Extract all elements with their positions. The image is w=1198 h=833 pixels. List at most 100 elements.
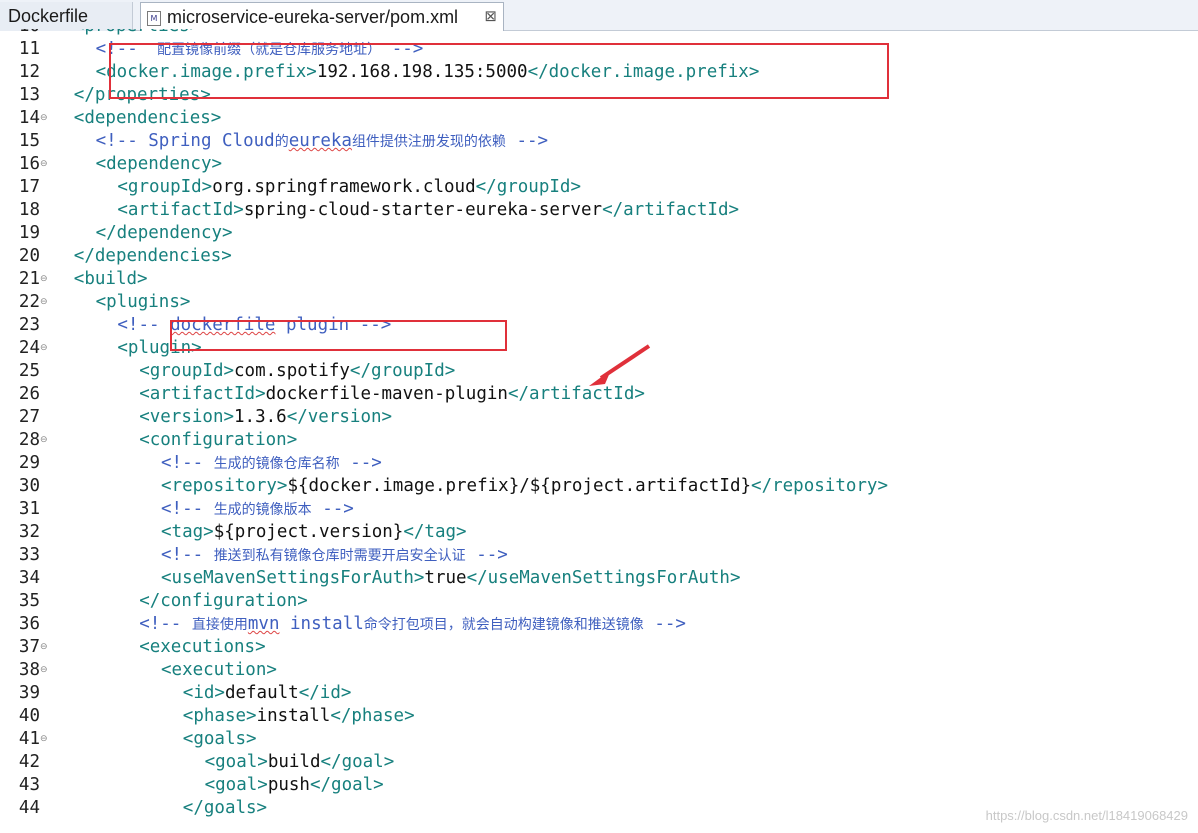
code-content: <artifactId>spring-cloud-starter-eureka-… <box>117 199 739 222</box>
code-editor[interactable]: 10<properties>11<!-- 配置镜像前缀（就是仓库服务地址） --… <box>0 29 1198 833</box>
code-line[interactable]: 17 <groupId>org.springframework.cloud</gr… <box>0 176 1198 199</box>
line-number: 34 <box>18 568 40 588</box>
code-content: <dependency> <box>96 153 222 176</box>
xml-comment: 生成的镜像仓库名称 <box>213 456 340 472</box>
fold-toggle-icon[interactable]: ⊖ <box>40 666 48 675</box>
xml-tag: </goal> <box>320 752 395 772</box>
code-line[interactable]: 14 ⊖ <dependencies> <box>0 107 1198 130</box>
code-line[interactable]: 16 ⊖ <dependency> <box>0 153 1198 176</box>
line-number: 32 <box>18 522 40 542</box>
line-number: 21 <box>18 269 40 289</box>
xml-comment: 推送到私有镜像仓库时需要开启安全认证 <box>213 548 466 564</box>
fold-toggle-icon[interactable]: ⊖ <box>40 735 48 744</box>
code-line[interactable]: 20 </dependencies> <box>0 245 1198 268</box>
code-line[interactable]: 38 ⊖ <execution> <box>0 659 1198 682</box>
line-number: 39 <box>18 683 40 703</box>
line-number: 42 <box>18 752 40 772</box>
tab-pom-xml[interactable]: M microservice-eureka-server/pom.xml ⊠ <box>140 2 504 31</box>
line-number: 25 <box>18 361 40 381</box>
xml-comment: 直接使用 <box>191 617 248 633</box>
xml-comment: <!-- <box>161 453 214 473</box>
code-line[interactable]: 37 ⊖ <executions> <box>0 636 1198 659</box>
code-content: <artifactId>dockerfile-maven-plugin</art… <box>139 383 645 406</box>
code-line[interactable]: 32 <tag>${project.version}</tag> <box>0 521 1198 544</box>
line-number: 43 <box>18 775 40 795</box>
xml-tag: <goals> <box>182 729 257 749</box>
xml-tag: <build> <box>73 269 148 289</box>
xml-tag: <dependency> <box>95 154 223 174</box>
line-number: 26 <box>18 384 40 404</box>
code-line[interactable]: 21 ⊖ <build> <box>0 268 1198 291</box>
code-content: <properties> <box>74 29 200 38</box>
xml-tag: </tag> <box>403 522 467 542</box>
code-line[interactable]: 22 ⊖ <plugins> <box>0 291 1198 314</box>
fold-toggle-icon[interactable]: ⊖ <box>40 114 48 123</box>
code-line[interactable]: 15 <!-- Spring Cloud的eureka组件提供注册发现的依赖 --… <box>0 130 1198 153</box>
xml-comment: 的 <box>274 134 289 150</box>
code-content: <dependencies> <box>74 107 222 130</box>
xml-tag: <goal> <box>204 775 268 795</box>
xml-tag: </dependency> <box>95 223 233 243</box>
code-line[interactable]: 40 <phase>install</phase> <box>0 705 1198 728</box>
xml-tag: </groupId> <box>475 177 581 197</box>
code-content: <goals> <box>183 728 257 751</box>
code-line[interactable]: 36 <!-- 直接使用mvn install命令打包项目，就会自动构建镜像和推送… <box>0 613 1198 636</box>
code-content: <!-- 生成的镜像版本 --> <box>161 498 354 522</box>
code-content: <!-- Spring Cloud的eureka组件提供注册发现的依赖 --> <box>96 130 549 154</box>
code-content: <plugins> <box>96 291 191 314</box>
code-line[interactable]: 35 </configuration> <box>0 590 1198 613</box>
xml-tag: <repository> <box>161 476 288 496</box>
code-line[interactable]: 30 <repository>${docker.image.prefix}/${p… <box>0 475 1198 498</box>
line-number: 28 <box>18 430 40 450</box>
tab-dockerfile[interactable]: Dockerfile <box>0 2 133 31</box>
line-number: 33 <box>18 545 40 565</box>
code-line[interactable]: 29 <!-- 生成的镜像仓库名称 --> <box>0 452 1198 475</box>
code-line[interactable]: 10 <properties> <box>0 29 1198 38</box>
code-line[interactable]: 27 <version>1.3.6</version> <box>0 406 1198 429</box>
xml-text: build <box>267 752 321 772</box>
fold-toggle-icon[interactable]: ⊖ <box>40 160 48 169</box>
fold-toggle-icon[interactable]: ⊖ <box>40 643 48 652</box>
fold-toggle-icon[interactable]: ⊖ <box>40 436 48 445</box>
xml-comment: --> <box>505 131 549 151</box>
code-content: <execution> <box>161 659 277 682</box>
code-line[interactable]: 28 ⊖ <configuration> <box>0 429 1198 452</box>
line-number: 27 <box>18 407 40 427</box>
line-number: 17 <box>18 177 40 197</box>
xml-text: 1.3.6 <box>234 407 287 427</box>
xml-tag: <phase> <box>182 706 257 726</box>
xml-tag: <execution> <box>161 660 277 680</box>
xml-text: dockerfile-maven-plugin <box>265 384 508 404</box>
code-line[interactable]: 43 <goal>push</goal> <box>0 774 1198 797</box>
fold-toggle-icon[interactable]: ⊖ <box>40 298 48 307</box>
xml-comment: <!-- <box>161 499 214 519</box>
line-number: 44 <box>18 798 40 818</box>
xml-tag: </phase> <box>330 706 415 726</box>
code-content: <groupId>org.springframework.cloud</grou… <box>117 176 581 199</box>
code-line[interactable]: 18 <artifactId>spring-cloud-starter-eurek… <box>0 199 1198 222</box>
line-number: 23 <box>18 315 40 335</box>
code-content: </configuration> <box>139 590 308 613</box>
code-line[interactable]: 39 <id>default</id> <box>0 682 1198 705</box>
code-line[interactable]: 33 <!-- 推送到私有镜像仓库时需要开启安全认证 --> <box>0 544 1198 567</box>
xml-tag: </groupId> <box>349 361 456 381</box>
line-number: 19 <box>18 223 40 243</box>
code-line[interactable]: 34 <useMavenSettingsForAuth>true</useMave… <box>0 567 1198 590</box>
xml-comment: --> <box>465 545 508 565</box>
xml-tag: </useMavenSettingsForAuth> <box>466 568 741 588</box>
code-content: <id>default</id> <box>183 682 352 705</box>
close-tab-icon[interactable]: ⊠ <box>484 7 497 25</box>
xml-text: true <box>424 568 467 588</box>
code-line[interactable]: 42 <goal>build</goal> <box>0 751 1198 774</box>
xml-tag: <artifactId> <box>139 384 266 404</box>
code-line[interactable]: 31 <!-- 生成的镜像版本 --> <box>0 498 1198 521</box>
fold-toggle-icon[interactable]: ⊖ <box>40 275 48 284</box>
code-content: </dependencies> <box>74 245 232 268</box>
xml-tag: </version> <box>286 407 393 427</box>
code-line[interactable]: 19 </dependency> <box>0 222 1198 245</box>
code-line[interactable]: 41 ⊖ <goals> <box>0 728 1198 751</box>
line-number: 38 <box>18 660 40 680</box>
xml-tag: <useMavenSettingsForAuth> <box>161 568 425 588</box>
line-number: 41 <box>18 729 40 749</box>
fold-toggle-icon[interactable]: ⊖ <box>40 344 48 353</box>
